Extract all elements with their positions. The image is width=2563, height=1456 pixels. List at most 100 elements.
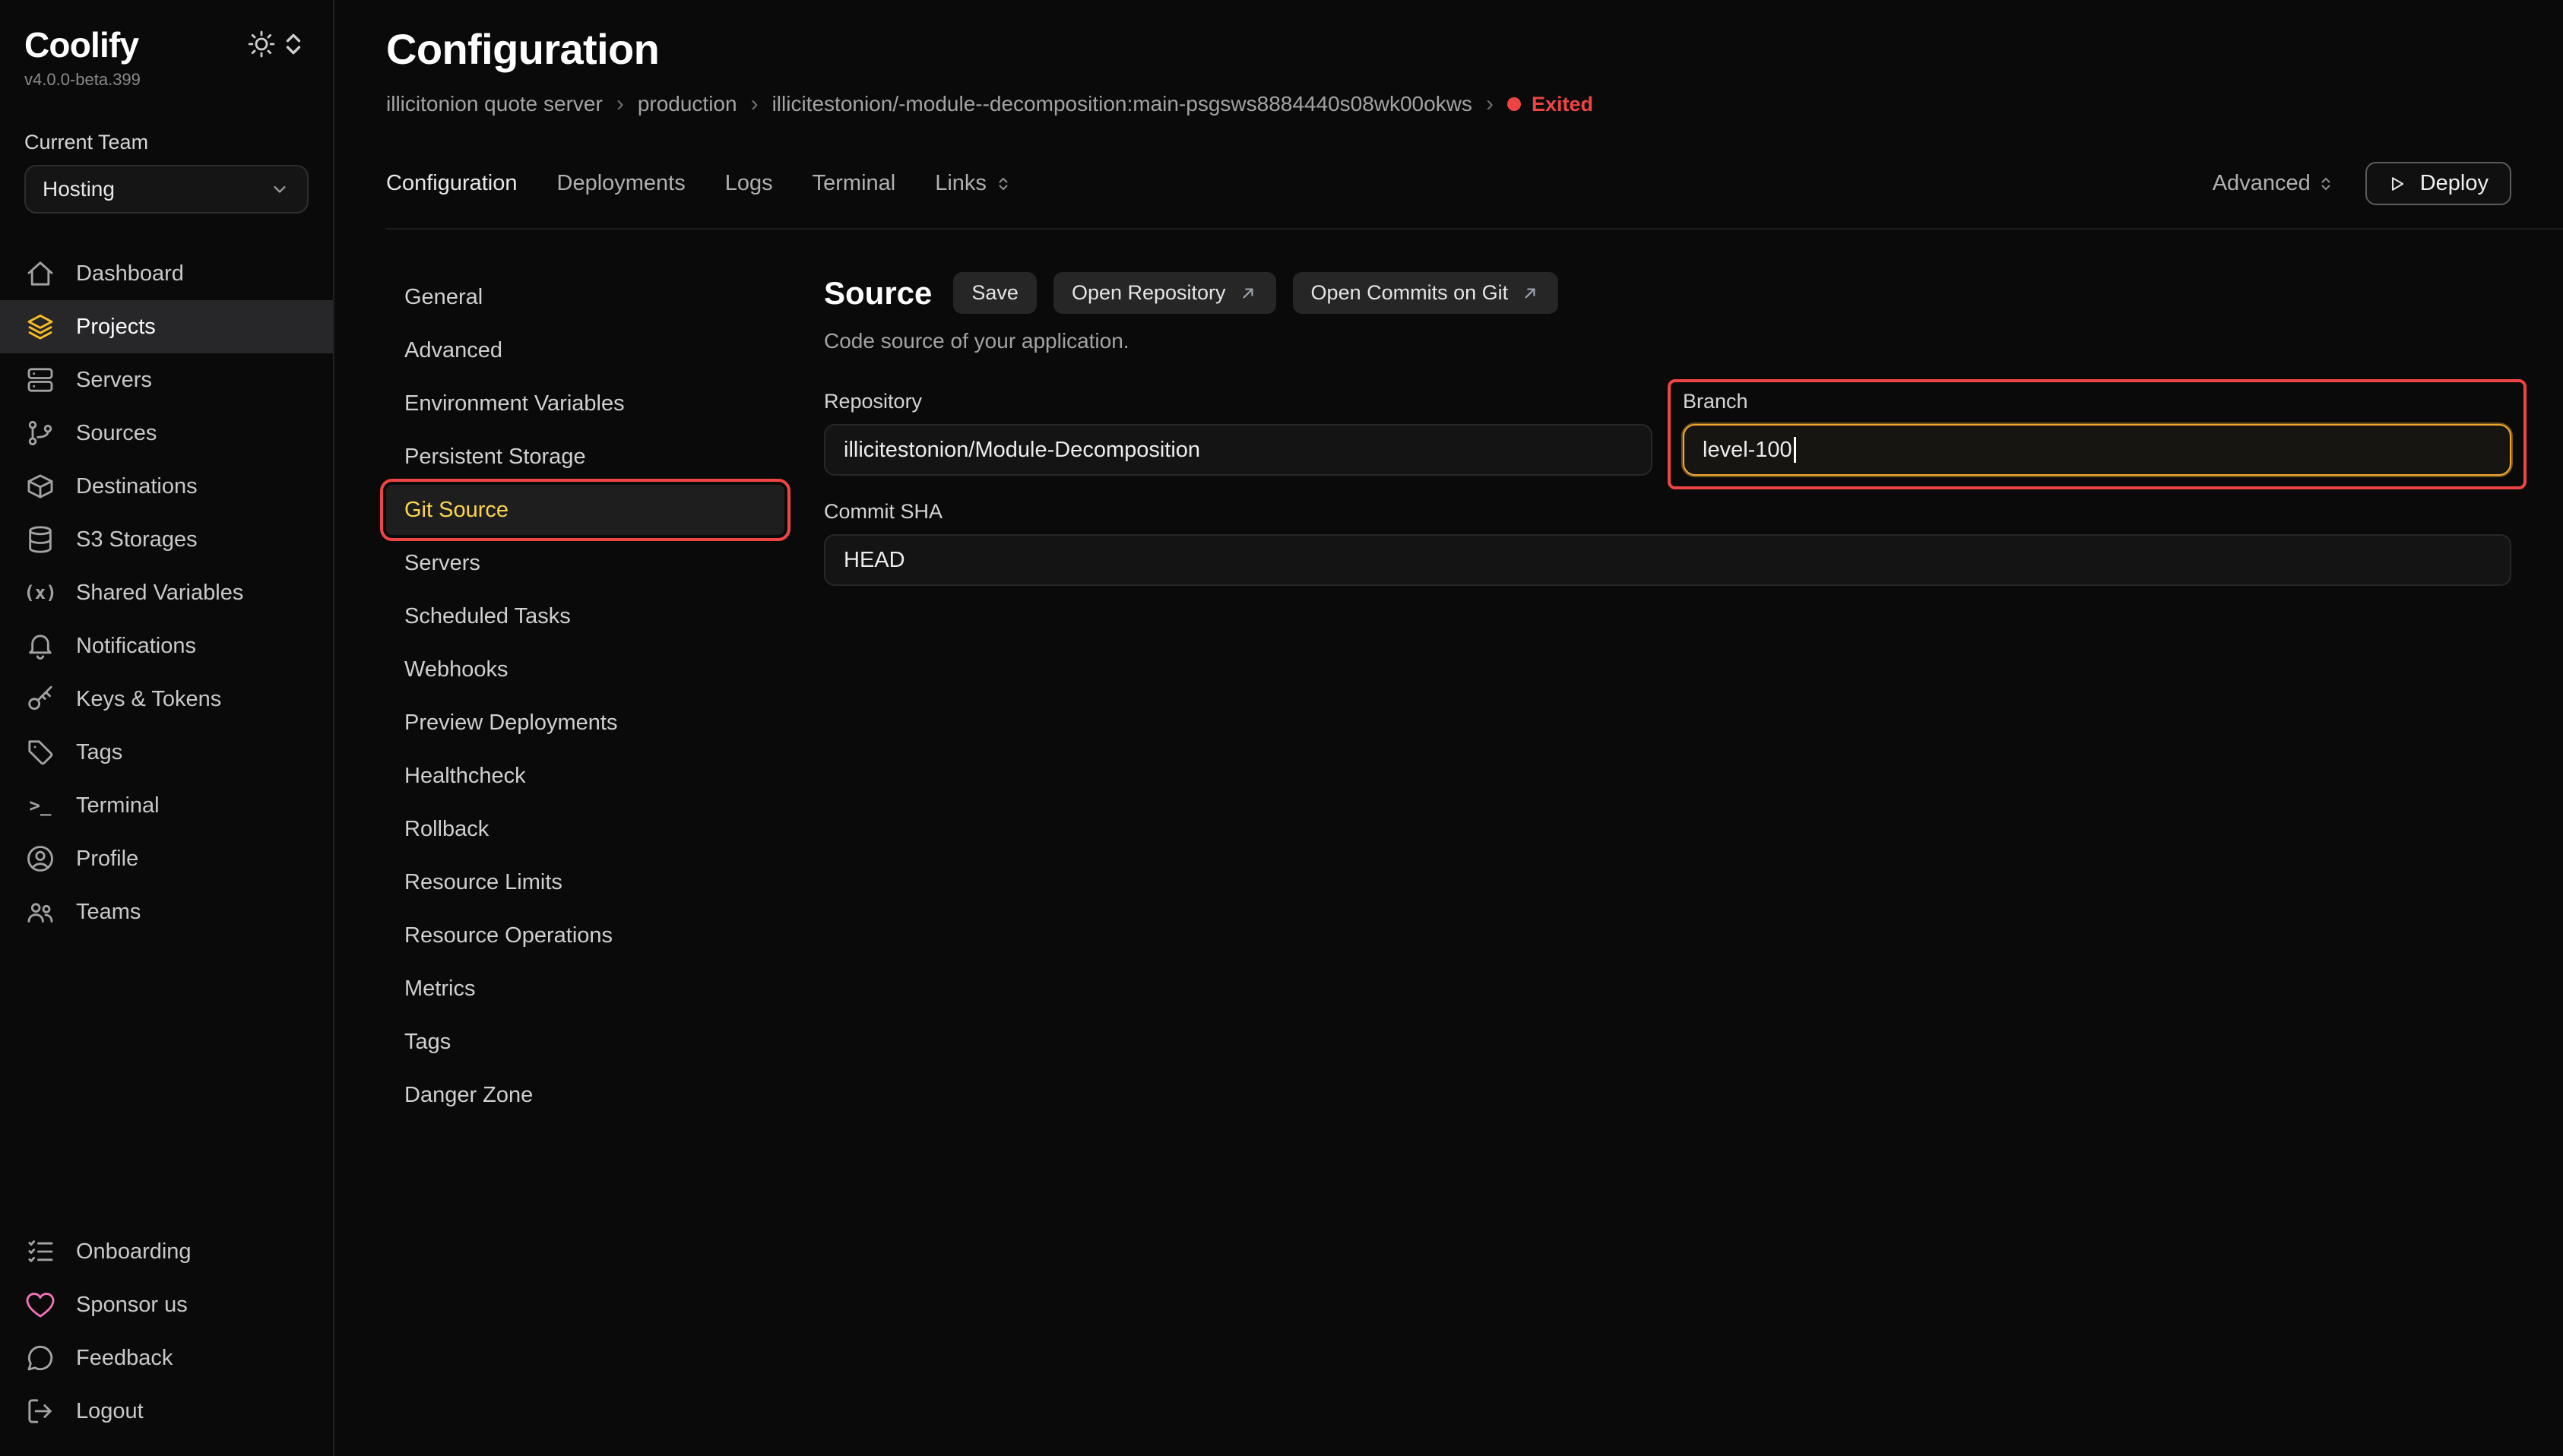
- subnav-item-persistent-storage[interactable]: Persistent Storage: [386, 432, 784, 482]
- nav-label: Sponsor us: [76, 1289, 188, 1321]
- tab-logs[interactable]: Logs: [725, 171, 773, 196]
- chevron-up-down-icon: [2317, 175, 2335, 193]
- advanced-label: Advanced: [2213, 171, 2311, 196]
- repository-input[interactable]: illicitestonion/Module-Decomposition: [824, 424, 1652, 476]
- nav-label: Sources: [76, 417, 157, 449]
- breadcrumb-project[interactable]: illicitonion quote server: [386, 92, 603, 116]
- save-button[interactable]: Save: [953, 272, 1037, 314]
- logout-icon: [24, 1395, 56, 1427]
- sidebar-item-projects[interactable]: Projects: [0, 300, 333, 353]
- team-select[interactable]: Hosting: [24, 165, 309, 214]
- subnav-item-rollback[interactable]: Rollback: [386, 804, 784, 854]
- commit-sha-input[interactable]: HEAD: [824, 534, 2511, 586]
- nav-label: Onboarding: [76, 1236, 192, 1268]
- configuration-content: General Advanced Environment Variables P…: [334, 229, 2563, 1456]
- subnav-item-servers[interactable]: Servers: [386, 538, 784, 588]
- nav-label: Dashboard: [76, 258, 184, 290]
- terminal-icon: >_: [24, 790, 56, 821]
- current-team-label: Current Team: [0, 90, 333, 165]
- subnav-item-git-source[interactable]: Git Source: [386, 485, 784, 535]
- app-logo: Coolify: [24, 24, 138, 65]
- sidebar-item-onboarding[interactable]: Onboarding: [0, 1225, 333, 1278]
- nav-label: Teams: [76, 896, 141, 928]
- source-title: Source: [824, 275, 932, 312]
- page-title: Configuration: [386, 24, 2511, 74]
- sidebar-item-sponsor[interactable]: Sponsor us: [0, 1278, 333, 1331]
- source-panel-header: Source Save Open Repository Open Commits…: [824, 272, 2511, 314]
- chevron-right-icon: ›: [1486, 93, 1494, 115]
- database-icon: [24, 524, 56, 555]
- sidebar-item-feedback[interactable]: Feedback: [0, 1331, 333, 1385]
- main-area: Configuration illicitonion quote server …: [334, 0, 2563, 1456]
- sidebar-item-s3-storages[interactable]: S3 Storages: [0, 513, 333, 566]
- subnav-item-healthcheck[interactable]: Healthcheck: [386, 751, 784, 801]
- sidebar-item-teams[interactable]: Teams: [0, 885, 333, 938]
- source-panel: Source Save Open Repository Open Commits…: [824, 272, 2511, 1456]
- variables-icon: (x): [24, 577, 56, 609]
- subnav-item-danger-zone[interactable]: Danger Zone: [386, 1070, 784, 1120]
- status-dot-icon: [1507, 97, 1521, 111]
- subnav-item-scheduled-tasks[interactable]: Scheduled Tasks: [386, 591, 784, 641]
- app-root: Coolify v4.0.0-beta.399 Current Team Hos…: [0, 0, 2563, 1456]
- tab-links[interactable]: Links: [935, 171, 1012, 196]
- branch-label: Branch: [1683, 390, 2511, 413]
- tab-terminal[interactable]: Terminal: [813, 171, 896, 196]
- subnav-item-tags[interactable]: Tags: [386, 1017, 784, 1067]
- external-link-icon: [1520, 283, 1540, 303]
- theme-toggle[interactable]: [246, 24, 309, 59]
- config-subnav: General Advanced Environment Variables P…: [386, 272, 784, 1456]
- subnav-item-resource-operations[interactable]: Resource Operations: [386, 910, 784, 961]
- status-badge: Exited: [1507, 93, 1593, 116]
- tab-configuration[interactable]: Configuration: [386, 171, 518, 196]
- sidebar-item-servers[interactable]: Servers: [0, 353, 333, 407]
- subnav-item-general[interactable]: General: [386, 272, 784, 322]
- sidebar-item-profile[interactable]: Profile: [0, 832, 333, 885]
- breadcrumb-application[interactable]: illicitestonion/-module--decomposition:m…: [772, 92, 1472, 116]
- chat-bubble-icon: [24, 1342, 56, 1374]
- sidebar-item-notifications[interactable]: Notifications: [0, 619, 333, 673]
- breadcrumb: illicitonion quote server › production ›…: [386, 92, 2511, 116]
- commit-sha-label: Commit SHA: [824, 500, 2511, 524]
- tab-bar: Configuration Deployments Logs Terminal …: [386, 162, 2563, 229]
- source-form: Repository illicitestonion/Module-Decomp…: [824, 390, 2511, 586]
- git-branch-icon: [24, 417, 56, 449]
- subnav-item-webhooks[interactable]: Webhooks: [386, 644, 784, 695]
- nav-label: Logout: [76, 1395, 144, 1427]
- home-icon: [24, 258, 56, 290]
- sidebar-item-keys-tokens[interactable]: Keys & Tokens: [0, 673, 333, 726]
- nav-label: Shared Variables: [76, 577, 243, 609]
- source-subtitle: Code source of your application.: [824, 329, 2511, 353]
- deploy-button[interactable]: Deploy: [2365, 162, 2511, 205]
- subnav-item-preview-deployments[interactable]: Preview Deployments: [386, 698, 784, 748]
- sidebar-nav: Dashboard Projects Servers Sources Desti…: [0, 247, 333, 938]
- subnav-item-metrics[interactable]: Metrics: [386, 964, 784, 1014]
- subnav-item-environment-variables[interactable]: Environment Variables: [386, 378, 784, 429]
- open-commits-label: Open Commits on Git: [1311, 281, 1509, 305]
- sidebar-item-terminal[interactable]: >_ Terminal: [0, 779, 333, 832]
- sun-icon: [246, 29, 277, 59]
- sidebar-item-logout[interactable]: Logout: [0, 1385, 333, 1438]
- nav-label: Servers: [76, 364, 152, 396]
- heart-icon: [24, 1289, 56, 1321]
- server-icon: [24, 364, 56, 396]
- nav-label: S3 Storages: [76, 524, 198, 555]
- repository-value: illicitestonion/Module-Decomposition: [844, 438, 1200, 463]
- subnav-item-advanced[interactable]: Advanced: [386, 325, 784, 375]
- subnav-item-resource-limits[interactable]: Resource Limits: [386, 857, 784, 907]
- sidebar-item-tags[interactable]: Tags: [0, 726, 333, 779]
- main-header: Configuration illicitonion quote server …: [334, 0, 2563, 116]
- tab-deployments[interactable]: Deployments: [557, 171, 686, 196]
- open-repository-button[interactable]: Open Repository: [1053, 272, 1276, 314]
- sidebar-item-destinations[interactable]: Destinations: [0, 460, 333, 513]
- tab-links-label: Links: [935, 171, 987, 196]
- sidebar-item-dashboard[interactable]: Dashboard: [0, 247, 333, 300]
- open-commits-button[interactable]: Open Commits on Git: [1293, 272, 1559, 314]
- key-icon: [24, 683, 56, 715]
- advanced-dropdown[interactable]: Advanced: [2213, 171, 2335, 196]
- sidebar-item-shared-variables[interactable]: (x) Shared Variables: [0, 566, 333, 619]
- branch-input[interactable]: level-100: [1683, 424, 2511, 476]
- nav-label: Profile: [76, 843, 138, 875]
- deploy-label: Deploy: [2420, 171, 2489, 196]
- sidebar-item-sources[interactable]: Sources: [0, 407, 333, 460]
- breadcrumb-environment[interactable]: production: [638, 92, 737, 116]
